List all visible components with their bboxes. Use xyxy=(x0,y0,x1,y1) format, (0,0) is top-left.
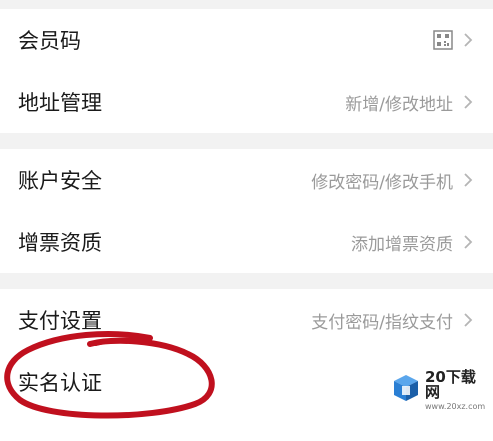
menu-group-member: 会员码 地址管理 新增/修改地址 xyxy=(0,9,493,133)
menu-item-label: 增票资质 xyxy=(18,231,102,255)
menu-item-label: 账户安全 xyxy=(18,169,102,193)
menu-item-account-security[interactable]: 账户安全 修改密码/修改手机 xyxy=(0,149,493,211)
top-spacer xyxy=(0,0,493,9)
menu-item-address[interactable]: 地址管理 新增/修改地址 xyxy=(0,71,493,133)
chevron-right-icon xyxy=(461,92,475,112)
watermark-title: 20下载网 xyxy=(425,367,476,401)
menu-item-trailing: 新增/修改地址 xyxy=(345,90,475,115)
menu-item-trailing: 支付密码/指纹支付 xyxy=(311,308,475,333)
watermark-text: 20下载网 www.20xz.com xyxy=(425,367,486,411)
site-watermark: 20下载网 www.20xz.com xyxy=(389,367,485,413)
menu-item-label: 地址管理 xyxy=(18,91,102,115)
menu-item-label: 支付设置 xyxy=(18,309,102,333)
menu-item-detail: 新增/修改地址 xyxy=(345,94,453,115)
menu-item-trailing: 添加增票资质 xyxy=(351,230,475,255)
qr-code-icon xyxy=(433,30,453,50)
menu-item-member-code[interactable]: 会员码 xyxy=(0,9,493,71)
menu-item-detail: 添加增票资质 xyxy=(351,234,453,255)
chevron-right-icon xyxy=(461,310,475,330)
menu-item-payment-settings[interactable]: 支付设置 支付密码/指纹支付 xyxy=(0,289,493,351)
menu-item-detail: 修改密码/修改手机 xyxy=(311,172,453,193)
cube-logo-icon xyxy=(393,374,419,406)
menu-item-detail: 支付密码/指纹支付 xyxy=(311,312,453,333)
chevron-right-icon xyxy=(461,232,475,252)
menu-group-account: 账户安全 修改密码/修改手机 增票资质 添加增票资质 xyxy=(0,149,493,273)
watermark-subtitle: www.20xz.com xyxy=(425,401,486,411)
menu-group-payment: 支付设置 支付密码/指纹支付 实名认证 xyxy=(0,289,493,441)
menu-item-trailing xyxy=(433,30,475,50)
menu-item-invoice-qualification[interactable]: 增票资质 添加增票资质 xyxy=(0,211,493,273)
section-spacer xyxy=(0,133,493,149)
section-spacer xyxy=(0,273,493,289)
chevron-right-icon xyxy=(461,30,475,50)
chevron-right-icon xyxy=(461,170,475,190)
menu-item-label: 会员码 xyxy=(18,29,81,53)
menu-item-trailing: 修改密码/修改手机 xyxy=(311,168,475,193)
